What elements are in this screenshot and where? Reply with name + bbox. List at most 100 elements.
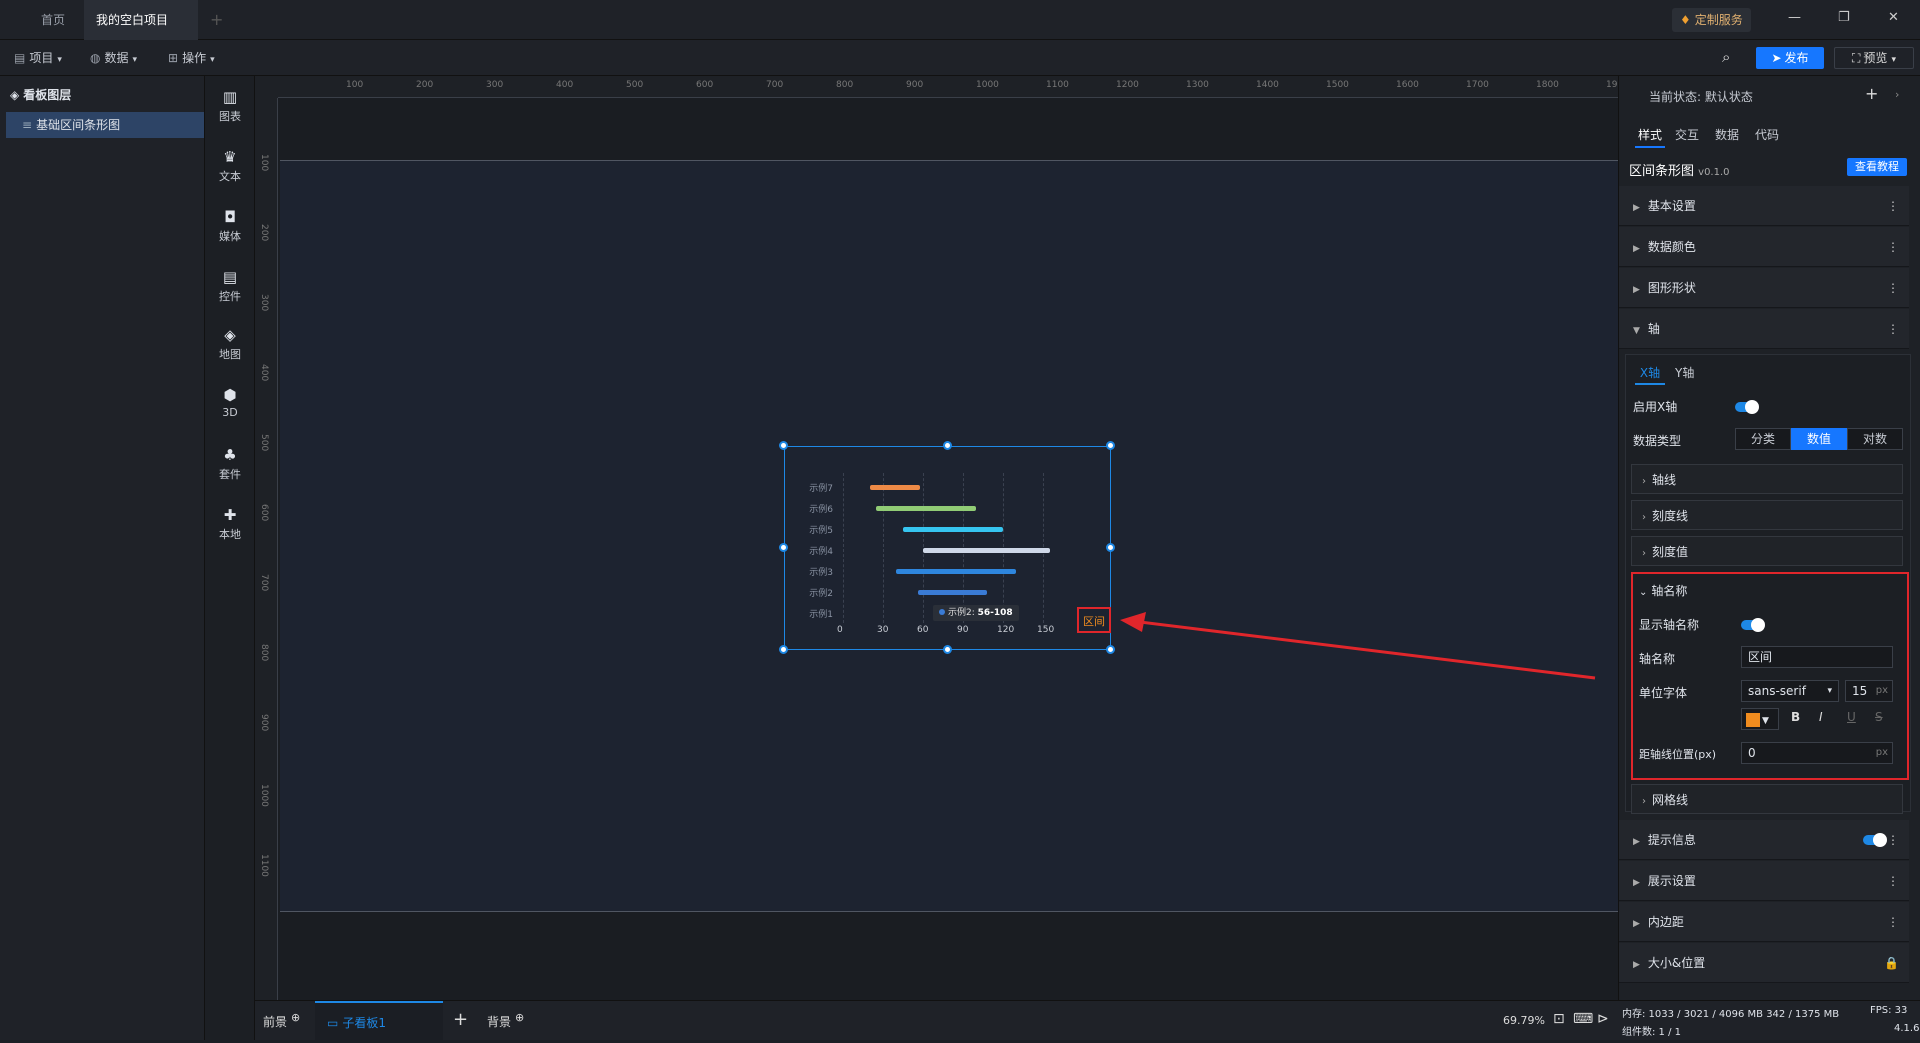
selected-chart-component[interactable]: 0 30 60 90 120 150 示例1 示例2 示例3 示例4 示例5 示例6 示例7 区间 示例2:… — [784, 446, 1111, 650]
offset-value: 0 — [1748, 746, 1756, 760]
italic-button[interactable]: I — [1819, 710, 1823, 724]
fit-screen-icon[interactable]: ⊡ — [1553, 1011, 1565, 1027]
component-media[interactable]: ◘ 媒体 — [205, 208, 255, 244]
sub-grid-line[interactable]: › 网格线 — [1631, 784, 1903, 814]
data-type-category[interactable]: 分类 — [1735, 428, 1791, 450]
background-tab[interactable]: 背景 ⊕ — [487, 1011, 524, 1030]
component-local[interactable]: ✚ 本地 — [205, 506, 255, 542]
resize-handle-w[interactable] — [779, 543, 788, 552]
chart-bar[interactable] — [876, 506, 977, 511]
resize-handle-nw[interactable] — [779, 441, 788, 450]
foreground-tab[interactable]: 前景 ⊕ — [263, 1011, 300, 1030]
resize-handle-e[interactable] — [1106, 543, 1115, 552]
lock-icon[interactable]: 🔒 — [1884, 943, 1899, 983]
add-state-button[interactable]: + — [1865, 84, 1878, 103]
add-tab-button[interactable]: + — [210, 10, 223, 29]
terminal-icon[interactable]: ⊳ — [1597, 1011, 1609, 1027]
tab-x-axis[interactable]: X轴 — [1635, 364, 1665, 385]
tab-interaction[interactable]: 交互 — [1675, 126, 1699, 143]
custom-service-button[interactable]: ♦ 定制服务 — [1672, 8, 1751, 32]
data-menu[interactable]: ◍ 数据 ▾ — [90, 48, 137, 68]
more-icon[interactable]: ⋮ — [1887, 186, 1899, 226]
section-data-color[interactable]: ▶ 数据颜色 ⋮ — [1619, 227, 1909, 267]
enable-x-toggle[interactable] — [1735, 400, 1759, 414]
chart-bar[interactable] — [896, 569, 1017, 574]
tab-data[interactable]: 数据 — [1715, 126, 1739, 143]
keyboard-icon[interactable]: ⌨ — [1573, 1011, 1593, 1027]
ruler-left-label: 1100 — [259, 854, 269, 877]
component-text[interactable]: ♛ 文本 — [205, 148, 255, 184]
chevron-right-icon[interactable]: › — [1895, 88, 1899, 101]
plus-circle-icon[interactable]: ⊕ — [291, 1011, 300, 1024]
more-icon[interactable]: ⋮ — [1887, 902, 1899, 942]
more-icon[interactable]: ⋮ — [1887, 861, 1899, 901]
plus-circle-icon[interactable]: ⊕ — [515, 1011, 524, 1024]
component-kit-label: 套件 — [219, 468, 241, 481]
add-board-button[interactable]: + — [453, 1009, 468, 1030]
zoom-level[interactable]: 69.79% — [1503, 1014, 1545, 1027]
chart-x-tick: 60 — [917, 625, 929, 635]
component-3d[interactable]: ⬢ 3D — [205, 386, 255, 419]
tab-style[interactable]: 样式 — [1635, 126, 1665, 148]
layer-item[interactable]: ≡ 基础区间条形图 — [6, 112, 204, 138]
chart-bar[interactable] — [917, 590, 987, 595]
bold-button[interactable]: B — [1791, 710, 1800, 724]
resize-handle-ne[interactable] — [1106, 441, 1115, 450]
section-tooltip[interactable]: ▶ 提示信息 ⋮ — [1619, 820, 1909, 860]
more-icon[interactable]: ⋮ — [1887, 309, 1899, 349]
show-axis-name-toggle[interactable] — [1741, 618, 1765, 632]
resize-handle-s[interactable] — [943, 645, 952, 654]
component-bar: ▥ 图表 ♛ 文本 ◘ 媒体 ▤ 控件 ◈ 地图 ⬢ 3D ♣ 套件 ✚ 本地 — [205, 76, 255, 1040]
section-padding[interactable]: ▶ 内边距 ⋮ — [1619, 902, 1909, 942]
section-axis[interactable]: ▼ 轴 ⋮ — [1619, 309, 1909, 349]
search-icon[interactable]: ⌕ — [1722, 48, 1730, 66]
section-shape[interactable]: ▶ 图形形状 ⋮ — [1619, 268, 1909, 308]
operation-menu[interactable]: ⊞ 操作 ▾ — [168, 48, 215, 68]
sub-tick-value[interactable]: › 刻度值 — [1631, 536, 1903, 566]
resize-handle-n[interactable] — [943, 441, 952, 450]
chart-x-tick: 150 — [1037, 625, 1055, 635]
section-axis-label: 轴 — [1647, 322, 1660, 336]
data-type-log[interactable]: 对数 — [1847, 428, 1903, 450]
preview-button[interactable]: ⛶ 预览 ▾ — [1834, 47, 1914, 69]
publish-button[interactable]: ➤ 发布 — [1756, 47, 1824, 69]
tutorial-button[interactable]: 查看教程 — [1847, 158, 1907, 176]
tab-project[interactable]: 我的空白项目 — [84, 0, 198, 65]
offset-input[interactable]: 0 px — [1741, 742, 1893, 764]
close-icon[interactable]: ✕ — [1888, 10, 1899, 25]
restore-icon[interactable]: ❐ — [1838, 10, 1850, 25]
tab-y-axis[interactable]: Y轴 — [1675, 364, 1694, 381]
sub-tick-line[interactable]: › 刻度线 — [1631, 500, 1903, 530]
chart-bar[interactable] — [869, 485, 921, 490]
resize-handle-sw[interactable] — [779, 645, 788, 654]
component-chart[interactable]: ▥ 图表 — [205, 88, 255, 124]
component-control[interactable]: ▤ 控件 — [205, 268, 255, 304]
tab-code[interactable]: 代码 — [1755, 126, 1779, 143]
tab-home[interactable]: 首页 — [18, 0, 88, 40]
component-kit[interactable]: ♣ 套件 — [205, 446, 255, 482]
axis-name-input[interactable]: 区间 — [1741, 646, 1893, 668]
tooltip-toggle[interactable] — [1863, 833, 1887, 847]
strikethrough-button[interactable]: S — [1875, 710, 1883, 724]
chart-bar[interactable] — [923, 548, 1050, 553]
more-icon[interactable]: ⋮ — [1887, 268, 1899, 308]
more-icon[interactable]: ⋮ — [1887, 820, 1899, 860]
data-type-value[interactable]: 数值 — [1791, 428, 1847, 450]
underline-button[interactable]: U — [1847, 710, 1856, 724]
font-size-input[interactable]: 15 px — [1845, 680, 1893, 702]
caret-right-icon: ▶ — [1633, 244, 1640, 254]
section-basic[interactable]: ▶ 基本设置 ⋮ — [1619, 186, 1909, 226]
font-family-select[interactable]: sans-serif ▾ — [1741, 680, 1839, 702]
project-menu[interactable]: ▤ 项目 ▾ — [14, 48, 62, 68]
font-color-picker[interactable]: ▼ — [1741, 708, 1779, 730]
child-board-tab[interactable]: ▭ 子看板1 — [315, 1001, 443, 1041]
more-icon[interactable]: ⋮ — [1887, 227, 1899, 267]
section-size-position[interactable]: ▶ 大小&位置 🔒 — [1619, 943, 1909, 983]
chart-bar[interactable] — [903, 527, 1003, 532]
component-map[interactable]: ◈ 地图 — [205, 326, 255, 362]
sub-axis-line[interactable]: › 轴线 — [1631, 464, 1903, 494]
axis-name-section[interactable]: ⌄ 轴名称 — [1639, 582, 1687, 599]
current-state: 当前状态: 默认状态 — [1649, 90, 1753, 104]
section-display[interactable]: ▶ 展示设置 ⋮ — [1619, 861, 1909, 901]
minimize-icon[interactable]: — — [1788, 10, 1801, 25]
